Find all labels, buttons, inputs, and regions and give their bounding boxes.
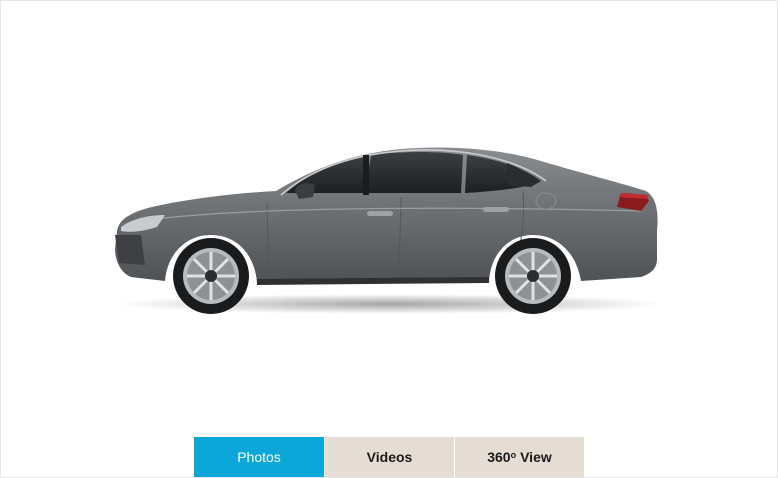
tab-photos-label: Photos bbox=[237, 449, 281, 465]
tab-photos[interactable]: Photos bbox=[194, 437, 324, 477]
tab-360-label-rest: View bbox=[520, 449, 552, 465]
car-illustration bbox=[115, 147, 666, 314]
tab-videos-label: Videos bbox=[366, 449, 413, 465]
tab-360-view[interactable]: 360 o View bbox=[454, 437, 584, 477]
gallery-frame: Photos Videos 360 o View bbox=[0, 0, 778, 478]
tab-videos[interactable]: Videos bbox=[324, 437, 454, 477]
tab-360-label-main: 360 bbox=[487, 449, 511, 465]
media-tabs: Photos Videos 360 o View bbox=[194, 437, 584, 477]
car-image bbox=[101, 131, 671, 321]
